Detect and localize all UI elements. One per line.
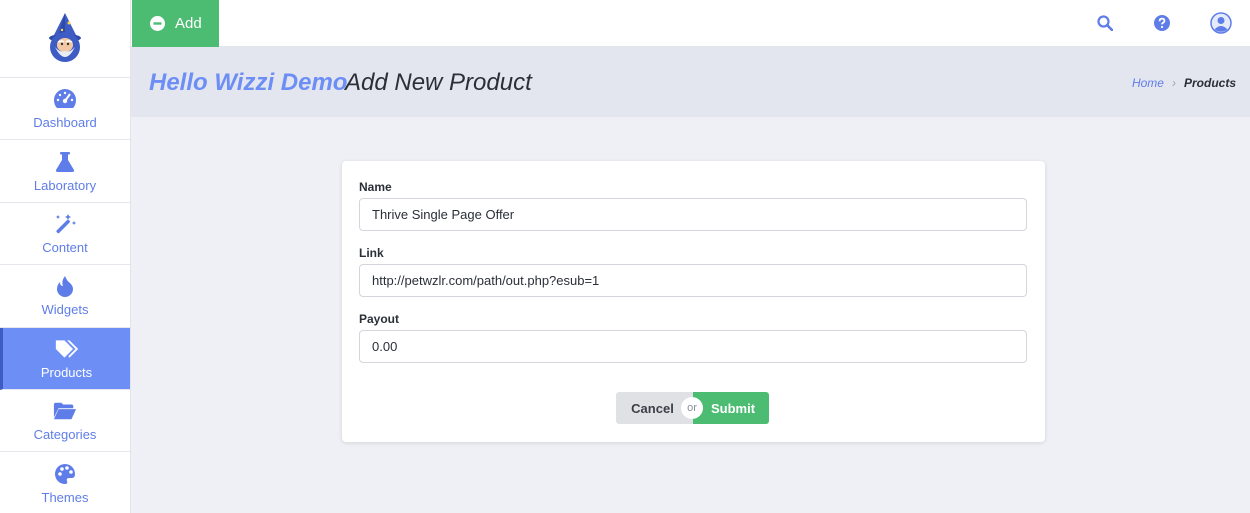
link-field[interactable] [359,264,1027,297]
breadcrumb-separator: › [1171,76,1176,90]
sidebar-item-products[interactable]: Products [0,327,130,390]
sidebar-item-label: Widgets [41,302,89,318]
search-icon[interactable] [1094,12,1116,34]
breadcrumb: Home › Products [1132,76,1236,90]
sidebar-item-label: Dashboard [33,115,97,131]
help-icon[interactable] [1151,12,1173,34]
add-button-label: Add [175,15,202,32]
sidebar-item-label: Categories [33,427,97,443]
palette-icon [53,462,77,486]
breadcrumb-current: Products [1183,76,1236,90]
tags-icon [55,337,79,361]
breadcrumb-home-link[interactable]: Home [1132,76,1164,90]
name-label: Name [359,180,392,194]
link-label: Link [359,246,384,260]
product-form-card: Name Link Payout Cancel Submit or [342,161,1045,442]
sidebar-item-label: Themes [41,489,89,505]
sidebar-item-content[interactable]: Content [0,203,130,266]
user-avatar-icon[interactable] [1210,12,1232,34]
payout-label: Payout [359,312,400,326]
sidebar-item-dashboard[interactable]: Dashboard [0,78,130,141]
sidebar-item-label: Products [40,364,93,380]
folder-open-icon [53,399,77,423]
form-buttons: Cancel Submit or [616,392,769,424]
magic-wand-icon [53,212,77,236]
page-title: Add New Product [345,69,532,96]
flask-icon [53,150,77,174]
brand-title: Hello Wizzi Demo [149,69,348,96]
submit-button[interactable]: Submit [693,392,769,424]
minus-circle-icon [150,16,165,31]
or-divider: or [681,397,703,419]
fire-icon [53,274,77,298]
title-bar: Hello Wizzi Demo Add New Product Home › … [131,47,1250,117]
gauge-icon [53,87,77,111]
sidebar-item-label: Laboratory [33,177,97,193]
wizard-logo[interactable] [0,0,130,78]
sidebar-item-widgets[interactable]: Widgets [0,265,130,328]
sidebar: Dashboard Laboratory Content Widgets Pro… [0,0,131,513]
sidebar-item-label: Content [42,239,88,255]
top-bar: Add [131,0,1250,47]
name-field[interactable] [359,198,1027,231]
sidebar-item-categories[interactable]: Categories [0,390,130,453]
sidebar-item-laboratory[interactable]: Laboratory [0,140,130,203]
sidebar-item-themes[interactable]: Themes [0,452,130,513]
add-button[interactable]: Add [132,0,219,47]
payout-field[interactable] [359,330,1027,363]
